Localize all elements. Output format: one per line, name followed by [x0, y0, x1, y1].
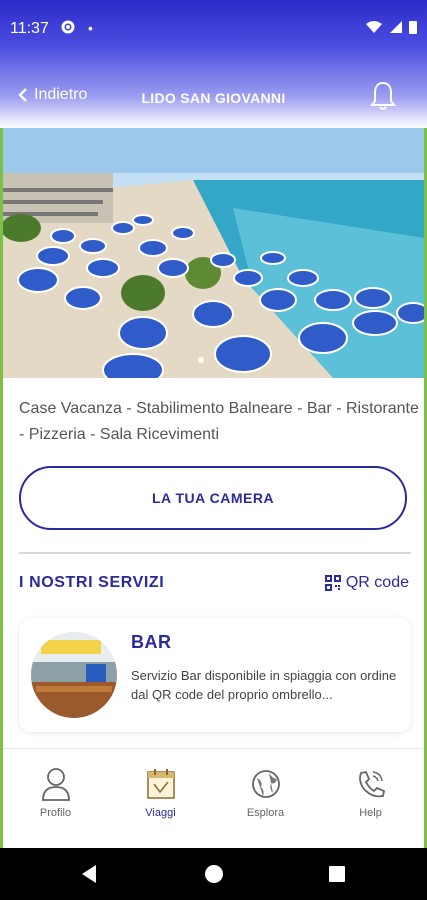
venue-description: Case Vacanza - Stabilimento Balneare - B…: [19, 400, 419, 443]
calendar-icon: [147, 769, 175, 799]
tab-label: Esplora: [246, 807, 285, 819]
home-nav-icon[interactable]: [204, 864, 224, 884]
android-navigation-bar: [0, 848, 427, 900]
signal-icon: [390, 21, 402, 33]
globe-icon: [252, 770, 280, 798]
carousel-dot-icon: [198, 357, 204, 363]
app-screen: 11:37 • Indietro LIDO SAN GIOVANNI Case …: [0, 0, 427, 900]
gear-icon: [60, 19, 76, 40]
tab-help[interactable]: Help: [318, 749, 423, 849]
bar-image: [31, 632, 117, 718]
recents-nav-icon[interactable]: [328, 865, 346, 883]
service-card-bar[interactable]: BAR Servizio Bar disponibile in spiaggia…: [19, 618, 411, 732]
tab-label: Help: [359, 807, 382, 819]
qr-code-link[interactable]: QR code: [324, 574, 409, 592]
status-time: 11:37: [10, 20, 49, 37]
tab-esplora[interactable]: Esplora: [213, 749, 318, 849]
header: 11:37 • Indietro LIDO SAN GIOVANNI: [0, 0, 427, 128]
tab-viaggi[interactable]: Viaggi: [108, 749, 213, 849]
bottom-tab-bar: Profilo Viaggi Esplora Help: [3, 748, 424, 849]
notification-dot-icon: •: [88, 20, 93, 36]
qr-code-label: QR code: [345, 574, 409, 591]
system-icons: [365, 20, 417, 34]
divider: [19, 552, 411, 554]
person-icon: [42, 768, 70, 801]
status-bar: 11:37 •: [0, 12, 427, 44]
tab-label: Viaggi: [145, 807, 176, 819]
service-title: BAR: [131, 632, 172, 652]
tab-label: Profilo: [39, 807, 72, 819]
qr-code-icon: [324, 575, 341, 591]
battery-icon: [409, 21, 417, 34]
tab-profilo[interactable]: Profilo: [3, 749, 108, 849]
your-room-button[interactable]: LA TUA CAMERA: [19, 466, 407, 530]
service-description: Servizio Bar disponibile in spiaggia con…: [131, 668, 397, 702]
wifi-icon: [366, 21, 382, 33]
main-content: Case Vacanza - Stabilimento Balneare - B…: [3, 378, 424, 748]
page-title: LIDO SAN GIOVANNI: [141, 90, 286, 106]
hero-beach-image: [3, 128, 424, 378]
bell-icon[interactable]: [369, 80, 397, 117]
back-nav-icon[interactable]: [80, 864, 98, 884]
phone-icon: [359, 770, 386, 798]
services-title: I NOSTRI SERVIZI: [19, 574, 165, 591]
